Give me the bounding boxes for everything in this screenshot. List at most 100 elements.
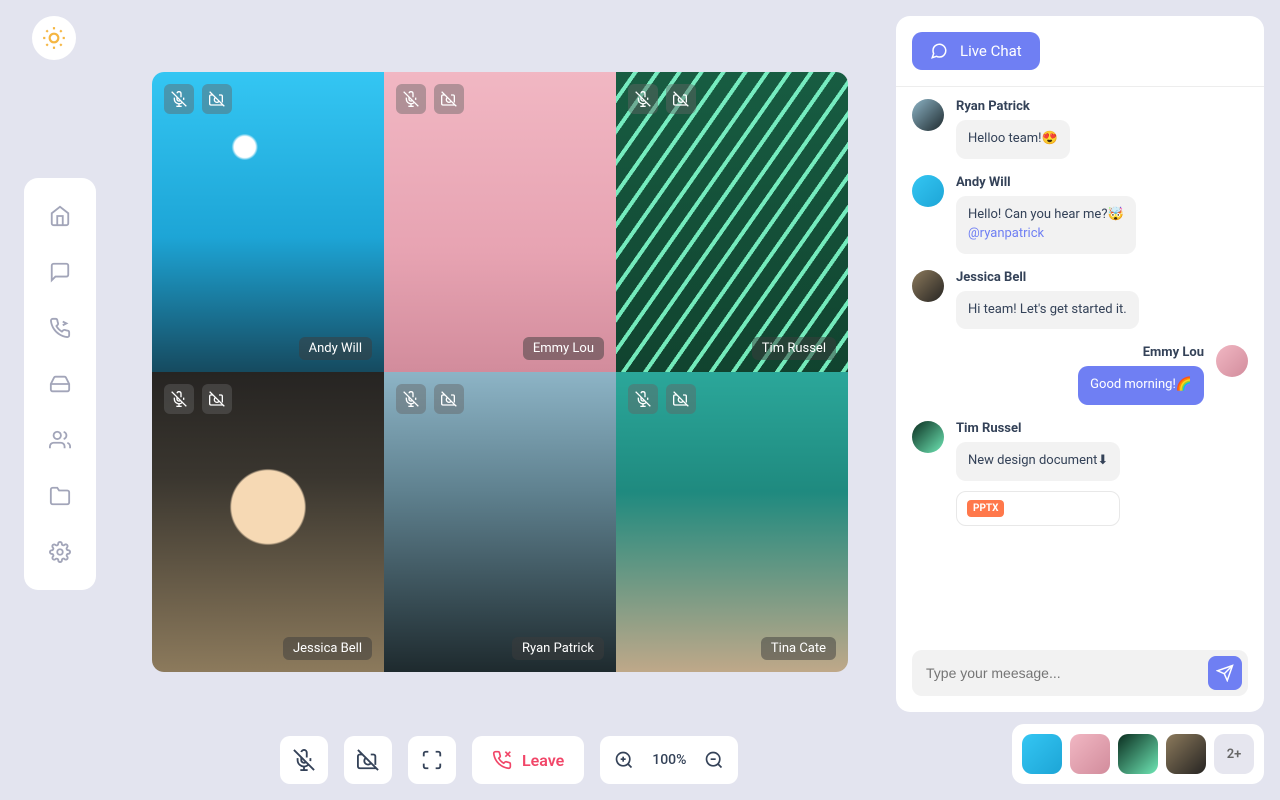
chat-message: Tim Russel New design document⬇ PPTX	[912, 421, 1248, 526]
nav-users[interactable]	[46, 426, 74, 454]
message-icon	[49, 261, 71, 283]
tile-mic-toggle[interactable]	[628, 84, 658, 114]
video-feed	[616, 372, 848, 672]
message-bubble: Hi team! Let's get started it.	[956, 291, 1139, 330]
message-bubble: New design document⬇	[956, 442, 1120, 481]
zoom-out-button[interactable]	[704, 750, 724, 770]
tile-mic-toggle[interactable]	[396, 84, 426, 114]
theme-toggle[interactable]	[32, 16, 76, 60]
participant-name: Jessica Bell	[283, 637, 372, 660]
chat-header: Live Chat	[896, 16, 1264, 87]
users-icon	[49, 429, 71, 451]
zoom-out-icon	[704, 750, 724, 770]
video-feed	[152, 372, 384, 672]
video-feed	[152, 72, 384, 372]
video-feed	[616, 72, 848, 372]
tile-mic-toggle[interactable]	[628, 384, 658, 414]
message-avatar	[912, 175, 944, 207]
tile-camera-toggle[interactable]	[202, 384, 232, 414]
stack-more[interactable]: 2+	[1214, 734, 1254, 774]
message-avatar	[912, 421, 944, 453]
chat-input[interactable]	[926, 665, 1208, 681]
zoom-value: 100%	[652, 752, 686, 768]
zoom-control: 100%	[600, 736, 738, 784]
chat-message: Andy Will Hello! Can you hear me?🤯@ryanp…	[912, 175, 1248, 254]
chat-message: Emmy Lou Good morning!🌈	[912, 345, 1248, 405]
message-avatar	[912, 99, 944, 131]
nav-folder[interactable]	[46, 482, 74, 510]
message-bubble: Good morning!🌈	[1078, 366, 1204, 405]
participant-name: Emmy Lou	[523, 337, 604, 360]
message-bubble: Helloo team!😍	[956, 120, 1070, 159]
stack-avatar[interactable]	[1022, 734, 1062, 774]
message-bubble: Hello! Can you hear me?🤯@ryanpatrick	[956, 196, 1136, 254]
chat-icon	[930, 42, 948, 60]
message-author: Ryan Patrick	[956, 99, 1070, 114]
chat-panel: Live Chat Ryan Patrick Helloo team!😍 And…	[896, 16, 1264, 712]
video-tile[interactable]: Emmy Lou	[384, 72, 616, 372]
message-list: Ryan Patrick Helloo team!😍 Andy Will Hel…	[896, 87, 1264, 638]
nav-settings[interactable]	[46, 538, 74, 566]
nav-chat[interactable]	[46, 258, 74, 286]
camera-off-icon	[357, 749, 379, 771]
mention[interactable]: @ryanpatrick	[968, 225, 1124, 244]
maximize-icon	[421, 749, 443, 771]
mic-off-icon	[293, 749, 315, 771]
tile-camera-toggle[interactable]	[434, 84, 464, 114]
nav-call[interactable]	[46, 314, 74, 342]
chat-message: Ryan Patrick Helloo team!😍	[912, 99, 1248, 159]
video-feed	[384, 372, 616, 672]
participant-stack: 2+	[1012, 724, 1264, 784]
tile-camera-toggle[interactable]	[666, 84, 696, 114]
zoom-in-button[interactable]	[614, 750, 634, 770]
message-author: Andy Will	[956, 175, 1136, 190]
control-bar: Leave 100%	[280, 736, 738, 784]
send-icon	[1216, 664, 1234, 682]
message-author: Jessica Bell	[956, 270, 1139, 285]
video-tile[interactable]: Andy Will	[152, 72, 384, 372]
attachment[interactable]: PPTX	[956, 491, 1120, 526]
phone-off-icon	[492, 750, 512, 770]
stack-avatar[interactable]	[1118, 734, 1158, 774]
video-tile[interactable]: Ryan Patrick	[384, 372, 616, 672]
nav-drive[interactable]	[46, 370, 74, 398]
participant-name: Tim Russel	[752, 337, 836, 360]
live-chat-label: Live Chat	[960, 42, 1022, 60]
leave-button[interactable]: Leave	[472, 736, 584, 784]
tile-mic-toggle[interactable]	[164, 384, 194, 414]
message-author: Emmy Lou	[1143, 345, 1204, 360]
sun-icon	[41, 25, 67, 51]
video-feed	[384, 72, 616, 372]
video-tile[interactable]: Tina Cate	[616, 372, 848, 672]
phone-icon	[49, 317, 71, 339]
nav-home[interactable]	[46, 202, 74, 230]
mute-camera-button[interactable]	[344, 736, 392, 784]
video-grid: Andy Will Emmy Lou Tim Russel Jessica Be…	[152, 72, 848, 672]
zoom-in-icon	[614, 750, 634, 770]
fullscreen-button[interactable]	[408, 736, 456, 784]
message-avatar	[912, 270, 944, 302]
chat-message: Jessica Bell Hi team! Let's get started …	[912, 270, 1248, 330]
send-button[interactable]	[1208, 656, 1242, 690]
tile-camera-toggle[interactable]	[202, 84, 232, 114]
video-tile[interactable]: Tim Russel	[616, 72, 848, 372]
folder-icon	[49, 485, 71, 507]
leave-label: Leave	[522, 751, 564, 770]
stack-avatar[interactable]	[1070, 734, 1110, 774]
mute-mic-button[interactable]	[280, 736, 328, 784]
tile-mic-toggle[interactable]	[396, 384, 426, 414]
video-tile[interactable]: Jessica Bell	[152, 372, 384, 672]
message-author: Tim Russel	[956, 421, 1120, 436]
participant-name: Ryan Patrick	[512, 637, 604, 660]
gear-icon	[49, 541, 71, 563]
sidebar	[24, 178, 96, 590]
message-avatar	[1216, 345, 1248, 377]
hard-drive-icon	[49, 373, 71, 395]
tile-mic-toggle[interactable]	[164, 84, 194, 114]
live-chat-button[interactable]: Live Chat	[912, 32, 1040, 70]
stack-avatar[interactable]	[1166, 734, 1206, 774]
home-icon	[49, 205, 71, 227]
tile-camera-toggle[interactable]	[666, 384, 696, 414]
tile-camera-toggle[interactable]	[434, 384, 464, 414]
chat-input-box	[896, 638, 1264, 712]
